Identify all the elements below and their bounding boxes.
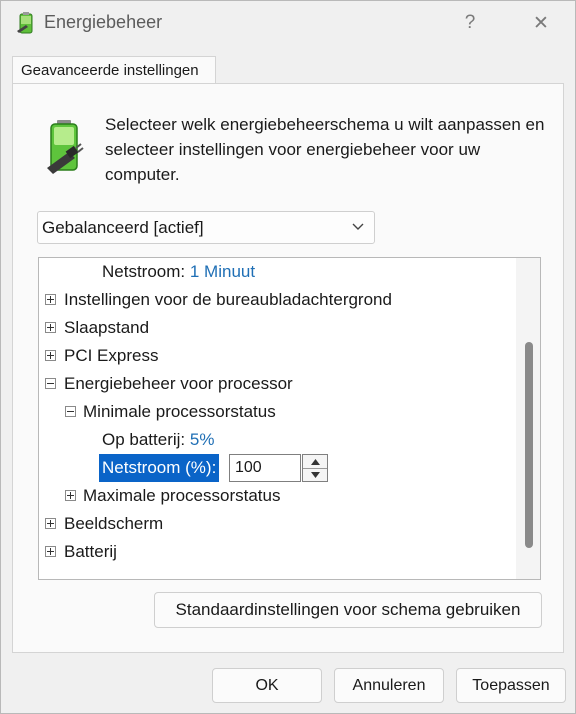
- help-icon: ?: [464, 12, 476, 33]
- spin-down-icon: [310, 471, 320, 478]
- power-plan-dropdown[interactable]: Gebalanceerd [actief]: [37, 211, 375, 244]
- ok-button[interactable]: OK: [212, 668, 322, 703]
- help-button[interactable]: ?: [448, 7, 492, 39]
- description-text: Selecteer welk energiebeheerschema u wil…: [105, 115, 545, 184]
- power-plan-selected: Gebalanceerd [actief]: [42, 218, 204, 237]
- expand-icon[interactable]: [45, 322, 56, 333]
- tree-item-label: Maximale processorstatus: [83, 486, 281, 505]
- partial-value[interactable]: 1 Minuut: [190, 262, 255, 281]
- partial-label: Netstroom:: [102, 262, 186, 281]
- tree-item-label: Energiebeheer voor processor: [64, 374, 293, 393]
- apply-button[interactable]: Toepassen: [456, 668, 566, 703]
- expand-icon[interactable]: [45, 350, 56, 361]
- on-battery-value[interactable]: 5%: [190, 430, 215, 449]
- collapse-icon[interactable]: [65, 406, 76, 417]
- settings-panel: Selecteer welk energiebeheerschema u wil…: [12, 83, 564, 653]
- close-button[interactable]: ✕: [519, 7, 563, 39]
- expand-icon[interactable]: [65, 490, 76, 501]
- tree-item-label: Slaapstand: [64, 318, 150, 337]
- tree-item-label: Batterij: [64, 542, 117, 561]
- plugged-in-label: Netstroom (%):: [99, 454, 220, 482]
- tree-item-label: Minimale processorstatus: [83, 402, 276, 421]
- collapse-icon[interactable]: [45, 378, 56, 389]
- power-options-dialog: Energiebeheer ? ✕ Geavanceerde instellin…: [0, 0, 576, 714]
- tree-item-on-battery[interactable]: Op batterij: 5%: [102, 426, 214, 454]
- tree-item-label: PCI Express: [64, 346, 159, 365]
- battery-plug-icon: [47, 120, 84, 174]
- title-bar: Energiebeheer ? ✕: [1, 1, 575, 45]
- tree-item-label: Beeldscherm: [64, 514, 164, 533]
- spin-up-icon: [310, 458, 320, 465]
- plugged-in-stepper[interactable]: [302, 454, 328, 482]
- tab-advanced-settings[interactable]: Geavanceerde instellingen: [12, 56, 216, 84]
- expand-icon[interactable]: [45, 294, 56, 305]
- spin-down-button[interactable]: [303, 468, 327, 481]
- close-icon: ✕: [533, 12, 549, 34]
- scrollbar-thumb[interactable]: [525, 342, 533, 548]
- settings-tree[interactable]: Netstroom: 1 Minuut Instellingen voor de…: [38, 257, 541, 580]
- expand-icon[interactable]: [45, 546, 56, 557]
- battery-plug-icon: [17, 12, 33, 34]
- tree-item-partial[interactable]: Netstroom: 1 Minuut: [102, 258, 255, 286]
- window-title: Energiebeheer: [44, 12, 163, 32]
- cancel-button[interactable]: Annuleren: [334, 668, 444, 703]
- spin-up-button[interactable]: [303, 455, 327, 469]
- chevron-down-icon: [352, 223, 364, 230]
- tree-item-plugged-in[interactable]: Netstroom (%): 100: [99, 454, 399, 482]
- on-battery-label: Op batterij:: [102, 430, 186, 449]
- plugged-in-input[interactable]: 100: [229, 454, 301, 482]
- restore-defaults-button[interactable]: Standaardinstellingen voor schema gebrui…: [154, 592, 542, 628]
- tree-item-label: Instellingen voor de bureaubladachtergro…: [64, 290, 392, 309]
- tree-scrollbar[interactable]: [516, 258, 540, 579]
- expand-icon[interactable]: [45, 518, 56, 529]
